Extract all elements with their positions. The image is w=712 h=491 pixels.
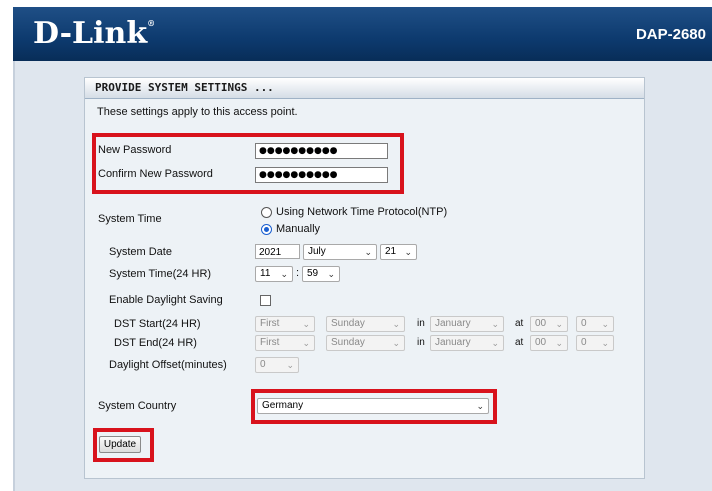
time-separator: :: [296, 267, 300, 279]
system-time-24-label: System Time(24 HR): [109, 268, 212, 280]
dst-start-in-label: in: [417, 318, 425, 329]
dlink-logo: D-Link®: [33, 16, 156, 51]
dst-start-at-label: at: [515, 318, 524, 329]
dst-start-week-select[interactable]: First ⌄: [255, 316, 315, 332]
daylight-offset-label: Daylight Offset(minutes): [109, 359, 227, 371]
chevron-down-icon: ⌄: [392, 338, 400, 348]
chevron-down-icon: ⌄: [327, 269, 335, 279]
chevron-down-icon: ⌄: [601, 338, 609, 348]
ntp-radio-label: Using Network Time Protocol(NTP): [276, 206, 448, 218]
hour-select[interactable]: 11 ⌄: [255, 266, 293, 282]
chevron-down-icon: ⌄: [302, 319, 310, 329]
dst-end-month-select[interactable]: January ⌄: [430, 335, 504, 351]
dst-end-in-label: in: [417, 337, 425, 348]
system-time-label: System Time: [98, 213, 162, 225]
panel-description: These settings apply to this access poin…: [97, 106, 298, 118]
chevron-down-icon: ⌄: [392, 319, 400, 329]
dst-start-minute-select[interactable]: 0 ⌄: [576, 316, 614, 332]
daylight-saving-label: Enable Daylight Saving: [109, 294, 223, 306]
dst-end-label: DST End(24 HR): [114, 337, 197, 349]
manual-radio[interactable]: [261, 224, 272, 235]
year-input[interactable]: 2021: [255, 244, 300, 259]
daylight-offset-select[interactable]: 0 ⌄: [255, 357, 299, 373]
header-bar: D-Link® DAP-2680: [13, 7, 712, 61]
chevron-down-icon: ⌄: [491, 338, 499, 348]
model-name: DAP-2680: [635, 26, 706, 43]
minute-select[interactable]: 59 ⌄: [302, 266, 340, 282]
dst-start-weekday-select[interactable]: Sunday ⌄: [326, 316, 405, 332]
dst-start-label: DST Start(24 HR): [114, 318, 201, 330]
chevron-down-icon: ⌄: [555, 319, 563, 329]
chevron-down-icon: ⌄: [280, 269, 288, 279]
dst-end-at-label: at: [515, 337, 524, 348]
dst-end-weekday-select[interactable]: Sunday ⌄: [326, 335, 405, 351]
panel-title: PROVIDE SYSTEM SETTINGS ...: [85, 78, 644, 99]
ntp-radio[interactable]: [261, 207, 272, 218]
dst-end-minute-select[interactable]: 0 ⌄: [576, 335, 614, 351]
dst-end-week-select[interactable]: First ⌄: [255, 335, 315, 351]
month-select[interactable]: July ⌄: [303, 244, 377, 260]
dst-end-hour-select[interactable]: 00 ⌄: [530, 335, 568, 351]
dst-start-month-select[interactable]: January ⌄: [430, 316, 504, 332]
dst-start-hour-select[interactable]: 00 ⌄: [530, 316, 568, 332]
chevron-down-icon: ⌄: [555, 338, 563, 348]
chevron-down-icon: ⌄: [286, 360, 294, 370]
update-highlight-box: [93, 428, 154, 462]
chevron-down-icon: ⌄: [491, 319, 499, 329]
chevron-down-icon: ⌄: [364, 247, 372, 257]
chevron-down-icon: ⌄: [302, 338, 310, 348]
daylight-saving-checkbox[interactable]: [260, 295, 271, 306]
manual-radio-label: Manually: [276, 223, 321, 235]
system-country-label: System Country: [98, 400, 177, 412]
password-highlight-box: [92, 133, 404, 194]
system-date-label: System Date: [109, 246, 172, 258]
country-highlight-box: [251, 389, 497, 424]
day-select[interactable]: 21 ⌄: [380, 244, 417, 260]
chevron-down-icon: ⌄: [404, 247, 412, 257]
chevron-down-icon: ⌄: [601, 319, 609, 329]
